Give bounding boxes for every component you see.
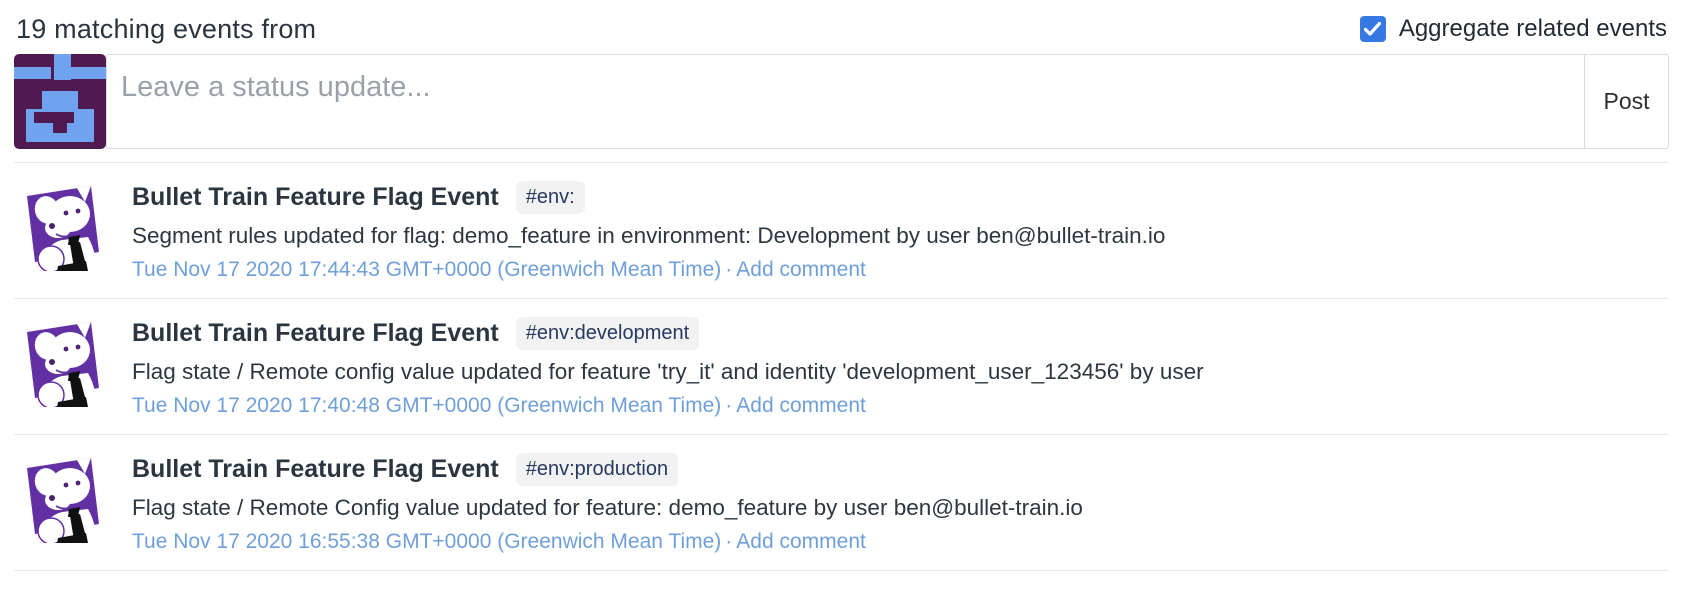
- add-comment-link[interactable]: Add comment: [736, 394, 866, 417]
- datadog-dog-icon: [14, 315, 106, 407]
- aggregate-checkbox[interactable]: [1360, 16, 1386, 42]
- bottom-divider: [14, 570, 1669, 571]
- event-meta: Tue Nov 17 2020 17:44:43 GMT+0000 (Green…: [132, 258, 1165, 282]
- event-description: Segment rules updated for flag: demo_fea…: [132, 223, 1165, 249]
- event-row: Bullet Train Feature Flag Event #env: Se…: [14, 162, 1669, 298]
- event-title: Bullet Train Feature Flag Event: [132, 455, 499, 484]
- page-title: 19 matching events from: [16, 14, 316, 45]
- datadog-dog-icon: [14, 451, 106, 543]
- event-meta: Tue Nov 17 2020 17:40:48 GMT+0000 (Green…: [132, 394, 1204, 418]
- event-content: Bullet Train Feature Flag Event #env: Se…: [132, 179, 1165, 282]
- event-env-tag[interactable]: #env:: [516, 181, 585, 214]
- event-env-tag[interactable]: #env:development: [516, 317, 699, 350]
- event-content: Bullet Train Feature Flag Event #env:dev…: [132, 315, 1204, 418]
- add-comment-link[interactable]: Add comment: [736, 530, 866, 553]
- event-title-row: Bullet Train Feature Flag Event #env:dev…: [132, 316, 1204, 350]
- event-title: Bullet Train Feature Flag Event: [132, 319, 499, 348]
- status-update-input[interactable]: [107, 55, 1584, 148]
- aggregate-toggle-group[interactable]: Aggregate related events: [1360, 15, 1667, 43]
- event-title: Bullet Train Feature Flag Event: [132, 183, 499, 212]
- event-timestamp-link[interactable]: Tue Nov 17 2020 17:44:43 GMT+0000 (Green…: [132, 258, 721, 281]
- datadog-dog-icon: [14, 179, 106, 271]
- status-update-field-wrap: [106, 54, 1585, 149]
- event-title-row: Bullet Train Feature Flag Event #env:pro…: [132, 452, 1083, 486]
- header: 19 matching events from Aggregate relate…: [0, 0, 1683, 48]
- event-stream-page: 19 matching events from Aggregate relate…: [0, 0, 1683, 606]
- event-timestamp-link[interactable]: Tue Nov 17 2020 17:40:48 GMT+0000 (Green…: [132, 394, 721, 417]
- add-comment-link[interactable]: Add comment: [736, 258, 866, 281]
- event-description: Flag state / Remote Config value updated…: [132, 495, 1083, 521]
- event-title-row: Bullet Train Feature Flag Event #env:: [132, 180, 1165, 214]
- post-button[interactable]: Post: [1584, 54, 1669, 149]
- pixel-identicon-icon: [14, 54, 106, 149]
- event-env-tag[interactable]: #env:production: [516, 453, 678, 486]
- event-content: Bullet Train Feature Flag Event #env:pro…: [132, 451, 1083, 554]
- events-list: Bullet Train Feature Flag Event #env: Se…: [14, 162, 1669, 570]
- event-description: Flag state / Remote config value updated…: [132, 359, 1204, 385]
- user-avatar: [14, 54, 106, 149]
- meta-separator: ·: [721, 530, 736, 553]
- event-row: Bullet Train Feature Flag Event #env:dev…: [14, 298, 1669, 434]
- event-row: Bullet Train Feature Flag Event #env:pro…: [14, 434, 1669, 570]
- event-meta: Tue Nov 17 2020 16:55:38 GMT+0000 (Green…: [132, 530, 1083, 554]
- status-composer: Post: [14, 54, 1669, 149]
- event-timestamp-link[interactable]: Tue Nov 17 2020 16:55:38 GMT+0000 (Green…: [132, 530, 721, 553]
- meta-separator: ·: [721, 394, 736, 417]
- checkmark-icon: [1364, 22, 1381, 36]
- aggregate-label[interactable]: Aggregate related events: [1399, 15, 1667, 43]
- meta-separator: ·: [721, 258, 736, 281]
